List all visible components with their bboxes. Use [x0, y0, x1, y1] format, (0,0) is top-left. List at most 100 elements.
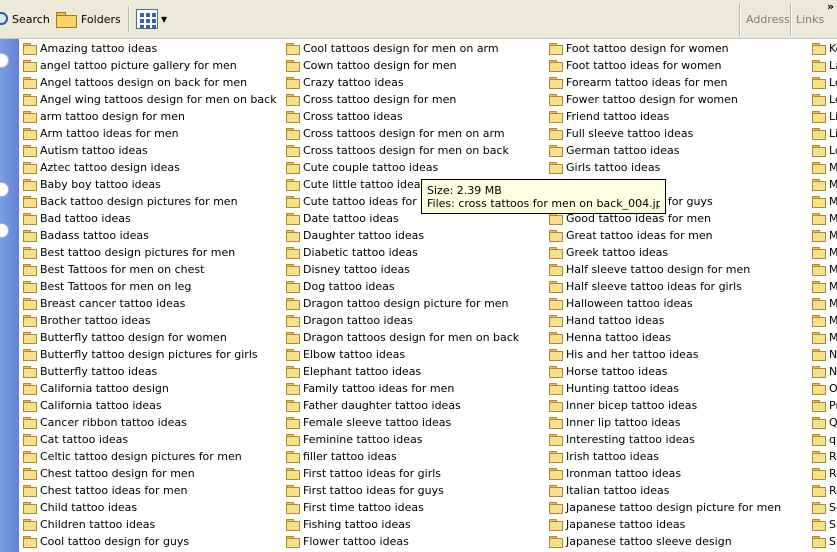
- folder-item[interactable]: Aztec tattoo design ideas: [23, 159, 277, 176]
- folder-item[interactable]: Japanese tattoo design picture for men: [549, 499, 781, 516]
- folder-item[interactable]: Half sleeve tattoo ideas for girls: [549, 278, 781, 295]
- folder-item[interactable]: Daughter tattoo ideas: [286, 227, 519, 244]
- folder-item[interactable]: Ironman tattoo ideas: [549, 465, 781, 482]
- folder-item[interactable]: California tattoo ideas: [23, 397, 277, 414]
- folder-item[interactable]: Sl: [812, 516, 837, 533]
- folder-item[interactable]: Butterfly tattoo design pictures for gir…: [23, 346, 277, 363]
- folder-item[interactable]: First tattoo ideas for girls: [286, 465, 519, 482]
- folder-item[interactable]: Le: [812, 91, 837, 108]
- folder-item[interactable]: filler tattoo ideas: [286, 448, 519, 465]
- folder-item[interactable]: Foot tattoo ideas for women: [549, 57, 781, 74]
- folder-item[interactable]: Chest tattoo design for men: [23, 465, 277, 482]
- folder-item[interactable]: Lo: [812, 142, 837, 159]
- folder-item[interactable]: Angel tattoos design on back for men: [23, 74, 277, 91]
- folder-item[interactable]: angel tattoo picture gallery for men: [23, 57, 277, 74]
- folder-item[interactable]: Female sleeve tattoo ideas: [286, 414, 519, 431]
- folder-item[interactable]: Dragon tattoos design for men on back: [286, 329, 519, 346]
- folder-item[interactable]: German tattoo ideas: [549, 142, 781, 159]
- folder-item[interactable]: Ma: [812, 261, 837, 278]
- links-bar-label[interactable]: Links: [796, 13, 824, 26]
- folder-item[interactable]: First time tattoo ideas: [286, 499, 519, 516]
- folder-item[interactable]: Children tattoo ideas: [23, 516, 277, 533]
- folder-item[interactable]: Inner lip tattoo ideas: [549, 414, 781, 431]
- folder-item[interactable]: Great tattoo ideas for men: [549, 227, 781, 244]
- folder-item[interactable]: Baby boy tattoo ideas: [23, 176, 277, 193]
- folder-item[interactable]: qu: [812, 431, 837, 448]
- folder-item[interactable]: Sl: [812, 533, 837, 550]
- folder-item[interactable]: Arm tattoo ideas for men: [23, 125, 277, 142]
- folder-item[interactable]: Interesting tattoo ideas: [549, 431, 781, 448]
- folder-item[interactable]: Foot tattoo design for women: [549, 40, 781, 57]
- folder-item[interactable]: Family tattoo ideas for men: [286, 380, 519, 397]
- folder-item[interactable]: Cute couple tattoo ideas: [286, 159, 519, 176]
- folder-item[interactable]: Elbow tattoo ideas: [286, 346, 519, 363]
- folder-item[interactable]: Ma: [812, 312, 837, 329]
- folder-item[interactable]: Ma: [812, 227, 837, 244]
- views-button[interactable]: ▼: [136, 6, 167, 32]
- folder-item[interactable]: Re: [812, 482, 837, 499]
- folder-item[interactable]: Fishing tattoo ideas: [286, 516, 519, 533]
- folder-item[interactable]: arm tattoo design for men: [23, 108, 277, 125]
- folders-button[interactable]: Folders: [56, 6, 121, 32]
- folder-item[interactable]: Feminine tattoo ideas: [286, 431, 519, 448]
- folder-item[interactable]: Diabetic tattoo ideas: [286, 244, 519, 261]
- folder-item[interactable]: Butterfly tattoo ideas: [23, 363, 277, 380]
- folder-item[interactable]: Friend tattoo ideas: [549, 108, 781, 125]
- folder-item[interactable]: Elephant tattoo ideas: [286, 363, 519, 380]
- folder-item[interactable]: First tattoo ideas for guys: [286, 482, 519, 499]
- task-pane-collapse-icon[interactable]: [0, 53, 9, 68]
- folder-item[interactable]: La: [812, 57, 837, 74]
- folder-item[interactable]: Re: [812, 465, 837, 482]
- folder-item[interactable]: Li: [812, 125, 837, 142]
- folder-item[interactable]: Girls tattoo ideas: [549, 159, 781, 176]
- folder-item[interactable]: California tattoo design: [23, 380, 277, 397]
- folder-item[interactable]: Father daughter tattoo ideas: [286, 397, 519, 414]
- folder-item[interactable]: His and her tattoo ideas: [549, 346, 781, 363]
- folder-item[interactable]: Qu: [812, 414, 837, 431]
- folder-item[interactable]: Angel wing tattoos design for men on bac…: [23, 91, 277, 108]
- folder-item[interactable]: Cross tattoos design for men on back: [286, 142, 519, 159]
- folder-item[interactable]: Best Tattoos for men on leg: [23, 278, 277, 295]
- folder-item[interactable]: Halloween tattoo ideas: [549, 295, 781, 312]
- folder-item[interactable]: Forearm tattoo ideas for men: [549, 74, 781, 91]
- folder-item[interactable]: Sc: [812, 499, 837, 516]
- folder-item[interactable]: Cancer ribbon tattoo ideas: [23, 414, 277, 431]
- folder-item[interactable]: Pr: [812, 397, 837, 414]
- folder-item[interactable]: Autism tattoo ideas: [23, 142, 277, 159]
- folder-item[interactable]: Child tattoo ideas: [23, 499, 277, 516]
- folder-item[interactable]: Bad tattoo ideas: [23, 210, 277, 227]
- folder-item[interactable]: Cross tattoo ideas: [286, 108, 519, 125]
- folder-item[interactable]: Butterfly tattoo design for women: [23, 329, 277, 346]
- folder-item[interactable]: Cross tattoo design for men: [286, 91, 519, 108]
- folder-item[interactable]: Ma: [812, 176, 837, 193]
- toolbar-overflow-icon[interactable]: »: [827, 0, 834, 13]
- folder-item[interactable]: Dragon tattoo design picture for men: [286, 295, 519, 312]
- folder-item[interactable]: Hand tattoo ideas: [549, 312, 781, 329]
- folder-item[interactable]: Japanese tattoo ideas: [549, 516, 781, 533]
- folder-item[interactable]: Henna tattoo ideas: [549, 329, 781, 346]
- folder-item[interactable]: Chest tattoo ideas for men: [23, 482, 277, 499]
- folder-item[interactable]: Ne: [812, 363, 837, 380]
- folder-item[interactable]: Ma: [812, 295, 837, 312]
- folder-item[interactable]: Ma: [812, 210, 837, 227]
- folder-item[interactable]: Horse tattoo ideas: [549, 363, 781, 380]
- folder-item[interactable]: Best tattoo design pictures for men: [23, 244, 277, 261]
- task-pane-collapse-icon[interactable]: [0, 223, 9, 238]
- folder-item[interactable]: Disney tattoo ideas: [286, 261, 519, 278]
- folder-item[interactable]: Greek tattoo ideas: [549, 244, 781, 261]
- folder-item[interactable]: Irish tattoo ideas: [549, 448, 781, 465]
- folder-item[interactable]: Celtic tattoo design pictures for men: [23, 448, 277, 465]
- folder-item[interactable]: Ma: [812, 278, 837, 295]
- folder-item[interactable]: Hunting tattoo ideas: [549, 380, 781, 397]
- folder-item[interactable]: Ob: [812, 380, 837, 397]
- folder-item[interactable]: Dragon tattoo ideas: [286, 312, 519, 329]
- folder-item[interactable]: Italian tattoo ideas: [549, 482, 781, 499]
- task-pane-collapse-icon[interactable]: [0, 182, 9, 197]
- folder-item[interactable]: Ma: [812, 329, 837, 346]
- folder-item[interactable]: Flower tattoo ideas: [286, 533, 519, 550]
- folder-item[interactable]: Crazy tattoo ideas: [286, 74, 519, 91]
- folder-item[interactable]: Ne: [812, 346, 837, 363]
- folder-item[interactable]: Ko: [812, 40, 837, 57]
- folder-item[interactable]: Japanese tattoo sleeve design: [549, 533, 781, 550]
- folder-item[interactable]: Fower tattoo design for women: [549, 91, 781, 108]
